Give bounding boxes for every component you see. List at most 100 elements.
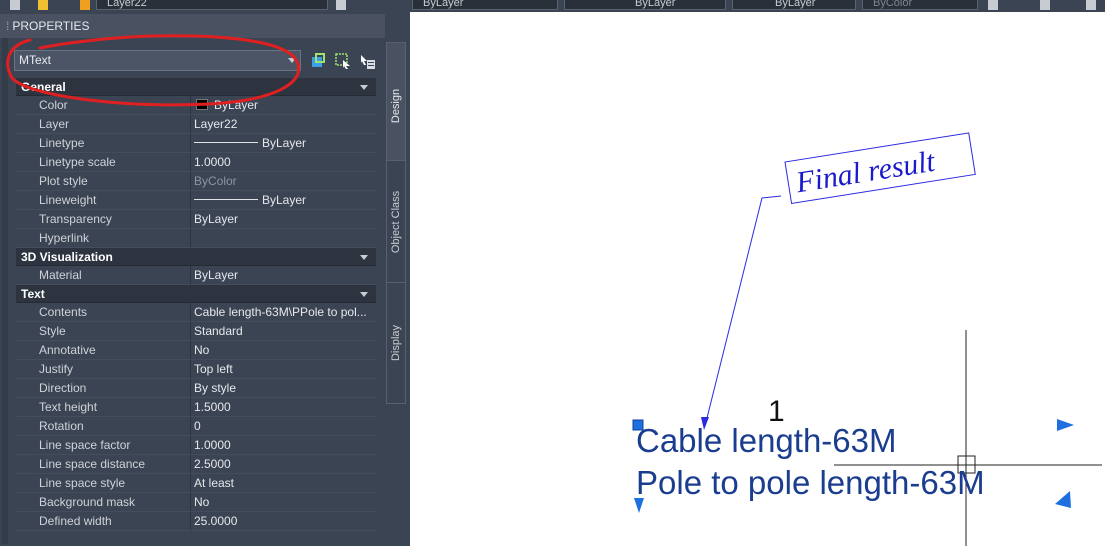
property-value[interactable]: Layer22 <box>191 115 376 134</box>
object-type-select[interactable]: MText <box>14 50 301 71</box>
property-row[interactable]: Layer Layer22 <box>16 115 376 134</box>
property-value-text: 0 <box>194 419 201 433</box>
line-preview-icon <box>194 142 258 143</box>
property-value[interactable]: Cable length-63M\PPole to pol... <box>191 303 376 322</box>
drawing-area[interactable]: Final result 1 Cable length-63M Pole to … <box>410 12 1105 546</box>
collapse-chevron-icon[interactable] <box>360 292 368 297</box>
property-row[interactable]: Line space distance 2.5000 <box>16 455 376 474</box>
property-row[interactable]: Defined width 25.0000 <box>16 512 376 531</box>
lock-icon[interactable] <box>80 0 90 10</box>
property-value[interactable]: ByLayer <box>191 191 376 210</box>
collapse-chevron-icon[interactable] <box>360 85 368 90</box>
color-dropdown[interactable]: ByLayer <box>412 0 558 10</box>
grip-dots-icon: ⁞ <box>6 19 10 33</box>
property-row[interactable]: Linetype scale 1.0000 <box>16 153 376 172</box>
mtext-line-2[interactable]: Pole to pole length-63M <box>636 464 985 502</box>
property-value-text: ByColor <box>194 174 237 188</box>
property-row[interactable]: Lineweight ByLayer <box>16 191 376 210</box>
category-header[interactable]: 3D Visualization <box>16 248 376 266</box>
linetype-dropdown[interactable]: ByLayer <box>564 0 726 10</box>
property-value[interactable]: Top left <box>191 360 376 379</box>
property-label: Justify <box>16 360 191 379</box>
property-value[interactable]: 1.0000 <box>191 436 376 455</box>
property-value-text: No <box>194 495 210 509</box>
tab-object-class-label: Object Class <box>390 190 402 254</box>
property-value[interactable]: ByLayer <box>191 210 376 229</box>
mtext-resize-grip[interactable] <box>1055 491 1071 508</box>
property-value-text: 2.5000 <box>194 457 231 471</box>
property-row[interactable]: Text height 1.5000 <box>16 398 376 417</box>
tab-design-label: Design <box>390 88 402 124</box>
property-value[interactable]: No <box>191 341 376 360</box>
property-value[interactable]: No <box>191 493 376 512</box>
view-icon[interactable] <box>988 0 998 10</box>
property-value[interactable]: 0 <box>191 417 376 436</box>
property-value-text: Standard <box>194 324 243 338</box>
chevron-down-icon <box>288 58 296 63</box>
line-preview-icon <box>194 199 258 200</box>
property-label: Transparency <box>16 210 191 229</box>
property-value[interactable]: 25.0000 <box>191 512 376 531</box>
property-value[interactable] <box>191 229 376 248</box>
group-icon[interactable] <box>1040 0 1050 10</box>
property-row[interactable]: Linetype ByLayer <box>16 134 376 153</box>
top-toolbar: Layer22 ByLayer ByLayer ByLayer ByColor <box>0 0 1105 12</box>
palette-title-bar[interactable]: ⁞ PROPERTIES <box>0 14 385 38</box>
property-value[interactable]: Standard <box>191 322 376 341</box>
property-value[interactable]: ByLayer <box>191 134 376 153</box>
property-label: Layer <box>16 115 191 134</box>
property-label: Color <box>16 96 191 115</box>
mtext-line-1[interactable]: Cable length-63M <box>636 422 897 460</box>
tab-design[interactable]: Design <box>386 42 406 170</box>
utilities-icon[interactable] <box>1086 0 1096 10</box>
mtext-width-grip[interactable] <box>1057 419 1074 431</box>
property-row[interactable]: Background mask No <box>16 493 376 512</box>
layer-dropdown[interactable]: Layer22 <box>96 0 328 10</box>
property-row[interactable]: Color ByLayer <box>16 96 376 115</box>
property-label: Linetype <box>16 134 191 153</box>
category-header[interactable]: General <box>16 78 376 96</box>
property-value[interactable]: ByColor <box>191 172 376 191</box>
property-value[interactable]: At least <box>191 474 376 493</box>
tab-display-label: Display <box>390 324 402 362</box>
property-row[interactable]: Line space factor 1.0000 <box>16 436 376 455</box>
property-value[interactable]: ByLayer <box>191 96 376 115</box>
property-row[interactable]: Justify Top left <box>16 360 376 379</box>
plotstyle-dropdown[interactable]: ByColor <box>862 0 978 10</box>
palette-grip[interactable] <box>2 24 8 544</box>
layer-state-icon[interactable] <box>10 0 20 10</box>
lineweight-dropdown-value: ByLayer <box>775 0 816 9</box>
property-label: Direction <box>16 379 191 398</box>
tab-display[interactable]: Display <box>386 282 406 404</box>
toggle-pickadd-button[interactable] <box>309 52 327 70</box>
property-row[interactable]: Hyperlink <box>16 229 376 248</box>
property-value[interactable]: 1.0000 <box>191 153 376 172</box>
property-row[interactable]: Material ByLayer <box>16 266 376 285</box>
property-row[interactable]: Direction By style <box>16 379 376 398</box>
layer-dropdown-value: Layer22 <box>107 0 147 9</box>
property-value[interactable]: 1.5000 <box>191 398 376 417</box>
match-layer-icon[interactable] <box>336 0 346 10</box>
property-row[interactable]: Transparency ByLayer <box>16 210 376 229</box>
property-row[interactable]: Annotative No <box>16 341 376 360</box>
property-value[interactable]: ByLayer <box>191 266 376 285</box>
category-header[interactable]: Text <box>16 285 376 303</box>
category-label: 3D Visualization <box>21 250 113 264</box>
bulb-icon[interactable] <box>38 0 48 10</box>
property-row[interactable]: Plot style ByColor <box>16 172 376 191</box>
property-value[interactable]: By style <box>191 379 376 398</box>
lineweight-dropdown[interactable]: ByLayer <box>732 0 856 10</box>
collapse-chevron-icon[interactable] <box>360 255 368 260</box>
quick-select-button[interactable] <box>358 52 376 70</box>
property-value-text: Layer22 <box>194 117 238 131</box>
property-value-text: At least <box>194 476 235 490</box>
select-objects-button[interactable] <box>334 52 352 70</box>
property-value[interactable]: 2.5000 <box>191 455 376 474</box>
property-row[interactable]: Style Standard <box>16 322 376 341</box>
color-dropdown-value: ByLayer <box>423 0 464 9</box>
tab-object-class[interactable]: Object Class <box>386 160 406 284</box>
property-row[interactable]: Contents Cable length-63M\PPole to pol... <box>16 303 376 322</box>
property-row[interactable]: Line space style At least <box>16 474 376 493</box>
property-row[interactable]: Rotation 0 <box>16 417 376 436</box>
property-value-text: No <box>194 343 210 357</box>
